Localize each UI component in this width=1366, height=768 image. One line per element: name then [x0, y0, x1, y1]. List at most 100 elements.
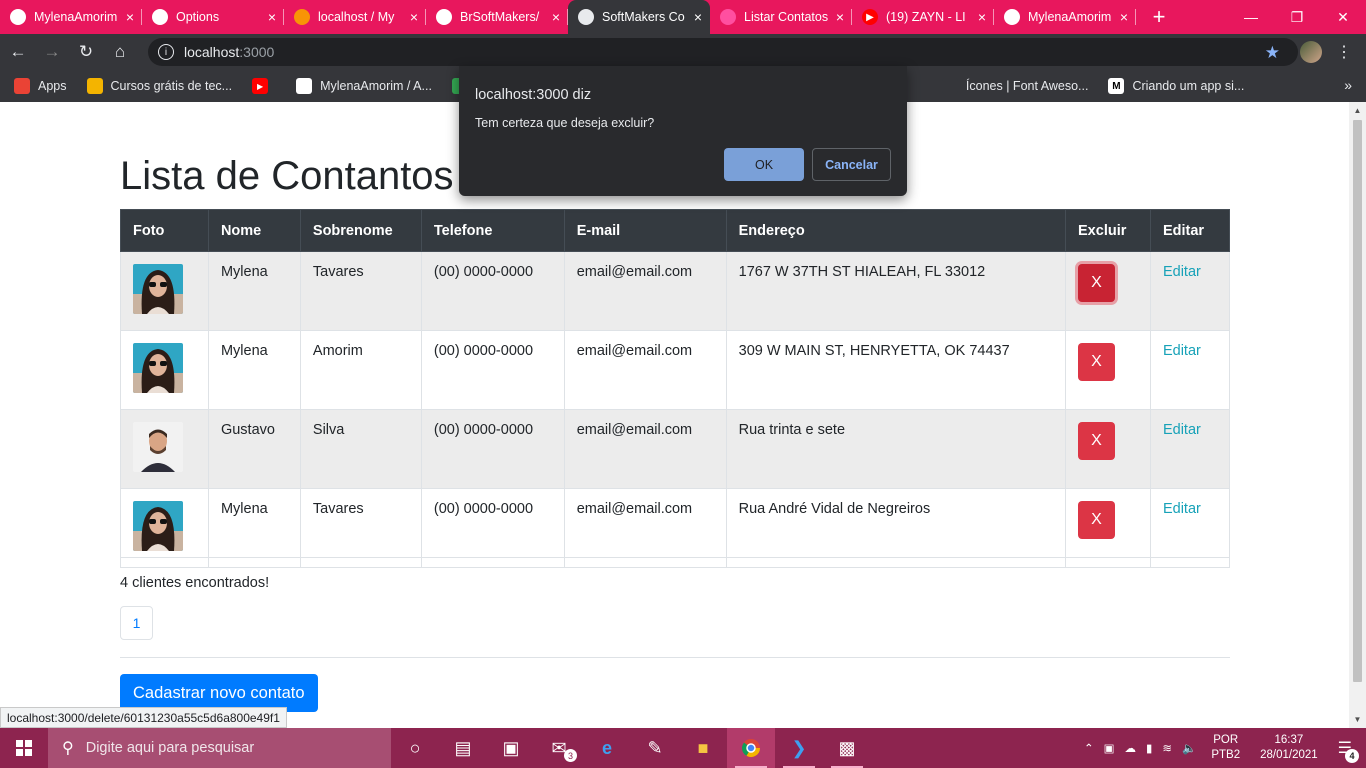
meet-now-icon[interactable]: ▣ [1104, 741, 1115, 755]
notification-count: 4 [1345, 749, 1359, 763]
cell-email: email@email.com [563, 251, 727, 331]
tab-title: MylenaAmorim [34, 10, 118, 24]
terminal-icon[interactable]: ▩ [823, 728, 871, 768]
delete-button[interactable]: X [1078, 343, 1116, 381]
cell-email: email@email.com [563, 488, 727, 568]
cell-telefone: (00) 0000-0000 [420, 409, 565, 489]
tab-close-icon[interactable]: × [268, 9, 276, 25]
delete-button[interactable]: X [1078, 422, 1116, 460]
column-header: Endereço [725, 209, 1067, 252]
url-host: localhost [184, 44, 240, 60]
close-window-icon[interactable]: ✕ [1320, 0, 1366, 34]
photo-cell [120, 488, 209, 568]
forward-icon[interactable]: → [36, 36, 68, 68]
taskbar-search-box[interactable]: ⚲ Digite aqui para pesquisar [48, 728, 391, 768]
task-view-icon[interactable]: ▤ [439, 728, 487, 768]
cell-telefone: (00) 0000-0000 [420, 488, 565, 568]
dialog-title: localhost:3000 diz [475, 87, 592, 103]
browser-tab[interactable]: localhost / My × [284, 0, 426, 34]
tab-title: Options [176, 10, 220, 24]
vscode-icon[interactable]: ❯ [775, 728, 823, 768]
clock[interactable]: 16:37 28/01/2021 [1260, 733, 1318, 763]
chevron-up-icon[interactable]: ⌃ [1084, 741, 1094, 755]
bookmarks-more-icon[interactable]: » [1344, 77, 1352, 93]
tab-close-icon[interactable]: × [694, 9, 702, 25]
cell-sobrenome: Tavares [299, 488, 422, 568]
new-tab-icon[interactable]: + [1142, 0, 1176, 34]
notes-app-icon[interactable]: ✎ [631, 728, 679, 768]
edge-icon[interactable]: e [583, 728, 631, 768]
cell-nome: Gustavo [207, 409, 301, 489]
cell-endereco: 1767 W 37TH ST HIALEAH, FL 33012 [725, 251, 1067, 331]
cell-nome: Mylena [207, 251, 301, 331]
site-info-icon[interactable]: i [158, 44, 174, 60]
browser-tab[interactable]: BrSoftMakers/ × [426, 0, 568, 34]
github-icon [1004, 9, 1020, 25]
volume-icon[interactable]: 🔈 [1182, 741, 1196, 755]
bookmark-item[interactable]: Apps [14, 78, 67, 94]
bookmark-item[interactable]: Ícones | Font Aweso... [941, 78, 1088, 94]
browser-tab[interactable]: Options × [142, 0, 284, 34]
bookmark-item[interactable]: ▶ [252, 78, 276, 94]
restore-icon[interactable]: ❐ [1274, 0, 1320, 34]
pagination-page-1[interactable]: 1 [120, 606, 153, 640]
youtube-icon: ▶ [252, 78, 269, 94]
browser-tab[interactable]: Listar Contatos × [710, 0, 852, 34]
scrollbar-thumb[interactable] [1353, 120, 1362, 682]
bookmark-item[interactable]: MylenaAmorim / A... [296, 78, 432, 94]
table-row: Mylena Amorim (00) 0000-0000 email@email.co… [120, 330, 1231, 410]
wifi-icon[interactable]: ≋ [1162, 741, 1172, 755]
ok-button[interactable]: OK [724, 148, 804, 181]
tab-close-icon[interactable]: × [552, 9, 560, 25]
scroll-up-icon[interactable]: ▲ [1349, 102, 1366, 119]
file-explorer-icon[interactable]: ■ [679, 728, 727, 768]
tab-title: MylenaAmorim [1028, 10, 1112, 24]
bookmark-star-icon[interactable]: ★ [1265, 43, 1280, 63]
reload-icon[interactable]: ↻ [70, 36, 102, 68]
notification-center-icon[interactable]: ☰ 4 [1338, 738, 1359, 763]
profile-avatar[interactable] [1300, 41, 1322, 63]
cell-endereco: Rua trinta e sete [725, 409, 1067, 489]
edit-link[interactable]: Editar [1163, 264, 1201, 280]
status-bar-url: localhost:3000/delete/60131230a55c5d6a80… [0, 707, 287, 728]
bookmark-item[interactable]: Cursos grátis de tec... [86, 78, 232, 94]
vertical-scrollbar[interactable]: ▲ ▼ [1349, 102, 1366, 728]
table-row: Mylena Tavares (00) 0000-0000 email@email.c… [120, 251, 1231, 331]
mail-icon[interactable]: ✉ 3 [535, 728, 583, 768]
omnibox[interactable]: i localhost:3000 [148, 38, 1298, 66]
back-icon[interactable]: ← [2, 36, 34, 68]
delete-button[interactable]: X [1078, 264, 1116, 302]
delete-button[interactable]: X [1078, 501, 1116, 539]
tab-close-icon[interactable]: × [1120, 9, 1128, 25]
cloud-icon[interactable]: ☁ [1125, 741, 1137, 755]
contact-photo [133, 264, 196, 318]
menu-kebab-icon[interactable]: ⋮ [1336, 42, 1352, 62]
tab-close-icon[interactable]: × [836, 9, 844, 25]
chrome-icon[interactable] [727, 728, 775, 768]
globe-icon [578, 9, 594, 25]
store-icon[interactable]: ▣ [487, 728, 535, 768]
bookmark-item[interactable]: M Criando um app si... [1108, 78, 1244, 94]
edit-link[interactable]: Editar [1163, 343, 1201, 359]
home-icon[interactable]: ⌂ [104, 36, 136, 68]
cell-sobrenome: Amorim [299, 330, 422, 410]
language-indicator[interactable]: POR PTB2 [1211, 733, 1240, 763]
cancel-button[interactable]: Cancelar [812, 148, 891, 181]
bookmark-label: Criando um app si... [1132, 79, 1245, 93]
browser-tab[interactable]: SoftMakers Co × [568, 0, 710, 34]
search-placeholder: Digite aqui para pesquisar [85, 740, 255, 756]
browser-tab[interactable]: MylenaAmorim × [994, 0, 1136, 34]
edit-cell: Editar [1149, 409, 1231, 489]
minimize-icon[interactable]: — [1228, 0, 1274, 34]
edit-link[interactable]: Editar [1163, 501, 1201, 517]
tab-close-icon[interactable]: × [126, 9, 134, 25]
battery-icon[interactable]: ▮ [1146, 741, 1152, 755]
browser-tab[interactable]: MylenaAmorim × [0, 0, 142, 34]
cortana-icon[interactable]: ○ [391, 728, 439, 768]
tab-close-icon[interactable]: × [410, 9, 418, 25]
edit-link[interactable]: Editar [1163, 422, 1201, 438]
scroll-down-icon[interactable]: ▼ [1349, 711, 1366, 728]
tab-close-icon[interactable]: × [978, 9, 986, 25]
windows-start-icon[interactable] [0, 728, 48, 768]
browser-tab[interactable]: ▶ (19) ZAYN - LI × [852, 0, 994, 34]
